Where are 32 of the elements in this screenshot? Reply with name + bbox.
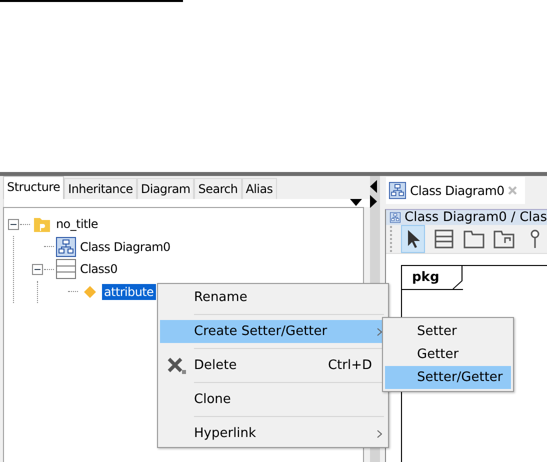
menu-item[interactable]: Setter [385,320,511,343]
class-icon [56,259,76,280]
editor-tab[interactable]: Class Diagram0 [386,177,526,204]
package-icon [33,215,51,234]
diagram-path: Class Diagram0 / Clas [404,210,547,225]
class-diagram-icon [390,210,400,225]
menu-item[interactable]: Getter [385,343,511,366]
collapse-icon[interactable] [8,218,19,230]
expand-right-icon[interactable] [370,195,377,208]
panel-tab[interactable]: Search [194,178,242,199]
tab-title: Class Diagram0 [410,183,504,198]
collapse-left-icon[interactable] [370,180,377,193]
frame-label: pkg [402,266,464,290]
tree-item[interactable]: attribute [102,284,156,300]
menu-item[interactable]: Clone [160,388,386,411]
collapse-icon[interactable] [32,264,43,275]
class-diagram-icon [56,236,76,257]
panel-tab[interactable]: Alias [242,178,277,199]
panel-tab[interactable]: Structure [3,176,64,199]
diamond-icon [84,286,96,298]
tree-item[interactable]: Class0 [78,261,120,278]
tree-item[interactable]: Class Diagram0 [78,238,172,255]
menu-item[interactable]: Delete Ctrl+D [160,354,386,377]
menu-item[interactable]: Hyperlink [160,422,386,445]
delete-icon [167,356,187,374]
pointer-icon[interactable] [400,225,426,253]
panel-tab[interactable]: Diagram [136,178,194,199]
menu-item[interactable]: Rename [160,286,386,309]
class-diagram-icon [389,182,406,199]
menu-item[interactable]: Setter/Getter [385,366,511,389]
tree-item[interactable]: no_title [54,216,100,232]
panel-tab[interactable]: Inheritance [64,178,137,199]
